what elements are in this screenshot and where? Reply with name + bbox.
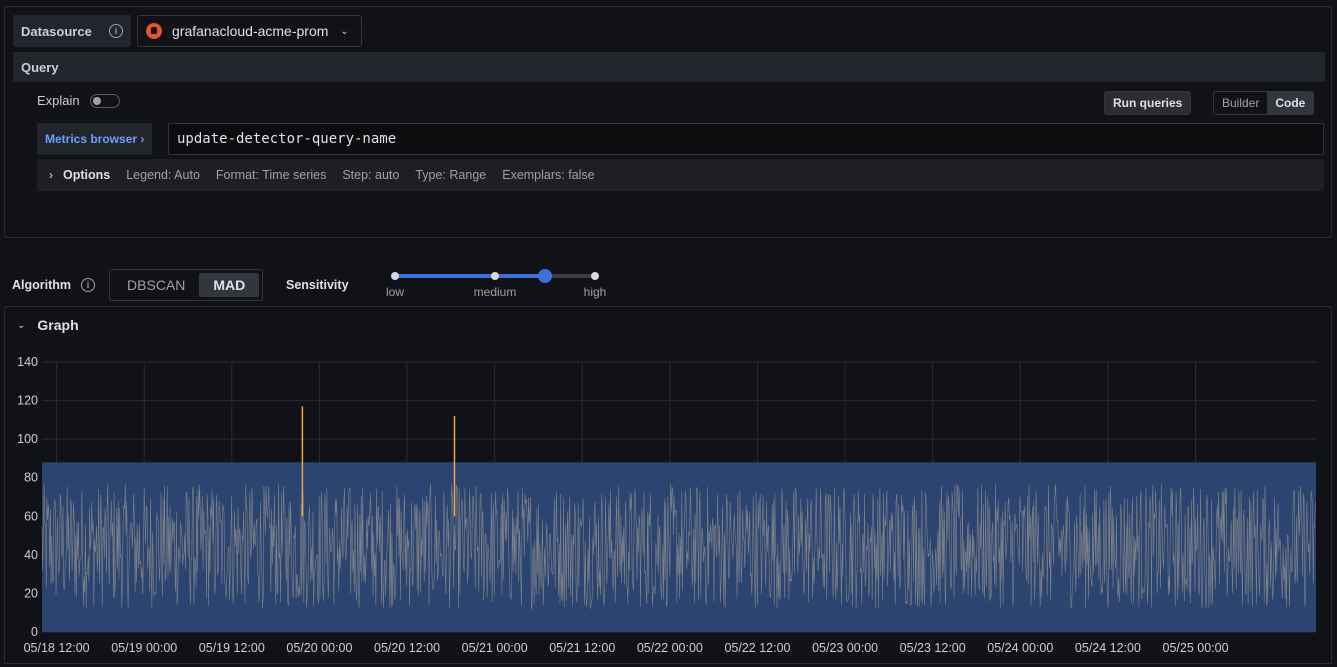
x-tick-label: 05/22 00:00: [637, 641, 703, 655]
x-tick-label: 05/24 12:00: [1075, 641, 1141, 655]
y-tick-label: 40: [24, 548, 38, 562]
y-tick-label: 140: [17, 355, 38, 369]
x-tick-label: 05/23 00:00: [812, 641, 878, 655]
y-tick-label: 60: [24, 509, 38, 523]
x-tick-label: 05/21 12:00: [549, 641, 615, 655]
x-tick-label: 05/19 00:00: [111, 641, 177, 655]
x-tick-label: 05/25 00:00: [1163, 641, 1229, 655]
y-axis: 0 20 40 60 80 100 120 140: [17, 355, 38, 639]
x-tick-label: 05/20 12:00: [374, 641, 440, 655]
x-tick-label: 05/24 00:00: [987, 641, 1053, 655]
time-series-chart[interactable]: 0 20 40 60 80 100 120 140 05/18 12:00 05/19 00:0…: [0, 0, 1337, 667]
x-tick-label: 05/19 12:00: [199, 641, 265, 655]
y-tick-label: 80: [24, 471, 38, 485]
x-axis: 05/18 12:00 05/19 00:00 05/19 12:00 05/20 0…: [24, 641, 1229, 655]
x-tick-label: 05/20 00:00: [286, 641, 352, 655]
x-tick-label: 05/23 12:00: [900, 641, 966, 655]
y-tick-label: 0: [31, 625, 38, 639]
x-tick-label: 05/18 12:00: [24, 641, 90, 655]
y-tick-label: 100: [17, 432, 38, 446]
y-tick-label: 20: [24, 586, 38, 600]
y-tick-label: 120: [17, 394, 38, 408]
x-tick-label: 05/21 00:00: [462, 641, 528, 655]
x-tick-label: 05/22 12:00: [724, 641, 790, 655]
